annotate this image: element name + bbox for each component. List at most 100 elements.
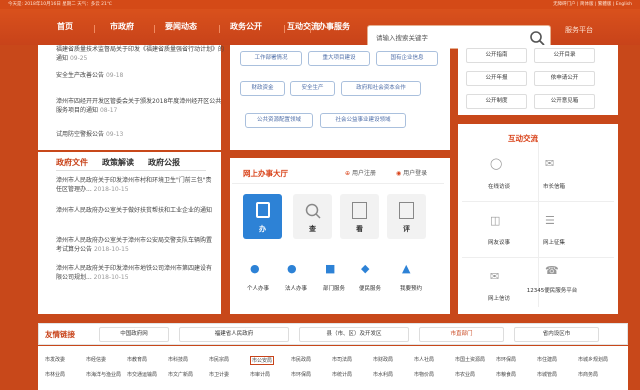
document-item[interactable]: 漳州市人民政府关于印发漳州市地铁公司漳州市第四建设有限公司规划... 2018-… xyxy=(56,264,216,282)
document-title[interactable]: 漳州市人民政府关于印发漳州市地铁公司漳州市第四建设有限公司规划... xyxy=(56,265,212,281)
appointment-link[interactable]: 我要预约 xyxy=(387,284,435,292)
gov-link[interactable]: 财政资金 xyxy=(240,81,285,96)
department-link[interactable]: 市民宗局 xyxy=(209,356,229,363)
department-link[interactable]: 市水利局 xyxy=(373,371,393,378)
document-title[interactable]: 漳州市人民政府办公室关于漳州市公安局交警支队车辆购置考试算分公告 xyxy=(56,237,212,253)
department-link[interactable]: 市物价局 xyxy=(414,371,434,378)
department-link[interactable]: 市统计局 xyxy=(332,371,352,378)
nav-divider xyxy=(310,25,311,33)
open-guide-button[interactable]: 公开指南 xyxy=(466,48,527,63)
department-link[interactable]: 市林业局 xyxy=(45,371,65,378)
online-petition-link[interactable]: 网上信访 xyxy=(475,294,523,302)
department-link[interactable]: 市城管局 xyxy=(537,371,557,378)
department-link[interactable]: 市商务局 xyxy=(578,371,598,378)
department-link[interactable]: 市城乡规划局 xyxy=(578,356,608,363)
tab-government-docs[interactable]: 政府文件 xyxy=(56,157,88,168)
department-link[interactable]: 市住建局 xyxy=(537,356,557,363)
department-link[interactable]: 市财政局 xyxy=(373,356,393,363)
document-title[interactable]: 漳州市人民政府关于印发漳州市村和环境卫生"门前三包"责任区管理办... xyxy=(56,177,212,193)
gov-link[interactable]: 政府和社会资本合作 xyxy=(341,81,421,96)
petition-icon: ✉ xyxy=(490,270,500,283)
mail-icon: ✉ xyxy=(545,157,555,170)
netizen-discussion-link[interactable]: 网友议事 xyxy=(475,238,523,246)
department-link[interactable]: 市卫计委 xyxy=(209,371,229,378)
department-link[interactable]: 市经信委 xyxy=(86,356,106,363)
news-title[interactable]: 试用防空警报公告 xyxy=(56,131,104,138)
hotline-12345-link[interactable]: 12345便民服务平台 xyxy=(522,286,582,294)
document-item[interactable]: 漳州市人民政府办公室关于漳州市公安局交警支队车辆购置考试算分公告 2018-10… xyxy=(56,236,216,254)
department-link[interactable]: 市民政局 xyxy=(291,356,311,363)
news-title[interactable]: 安全生产改善公告 xyxy=(56,72,104,79)
top-links[interactable]: 无障碍门户 | 简体版 | 繁體版 | English xyxy=(553,0,632,9)
open-policy-button[interactable]: 公开制度 xyxy=(466,94,527,109)
department-link[interactable]: 市文广新局 xyxy=(168,371,193,378)
register-label: 用户注册 xyxy=(351,170,376,177)
news-item[interactable]: 试用防空警报公告 09-13 xyxy=(56,130,224,139)
document-title[interactable]: 漳州市人民政府办公室关于做好扶贫帮扶和工业企业的通知 xyxy=(56,207,212,214)
department-link[interactable]: 市交通运输局 xyxy=(127,371,157,378)
service-evaluate-button[interactable]: 评 xyxy=(387,194,426,239)
nav-services[interactable]: 办事服务 xyxy=(318,20,350,34)
news-title[interactable]: 漳州市四经开开发区管委会关于颁发2018年度漳州经开区公共服务项目的通知 xyxy=(56,98,221,114)
register-link[interactable]: ⊕ 用户注册 xyxy=(345,168,376,177)
link-counties[interactable]: 县（市、区）及开发区 xyxy=(299,327,409,342)
gov-link[interactable]: 重大项目建设 xyxy=(308,51,370,66)
department-link[interactable]: 市教育局 xyxy=(127,356,147,363)
department-link[interactable]: 市公安局 xyxy=(250,356,275,365)
document-item[interactable]: 漳州市人民政府办公室关于做好扶贫帮扶和工业企业的通知 xyxy=(56,206,216,215)
nav-news[interactable]: 要闻动态 xyxy=(165,20,197,34)
service-query-button[interactable]: 查 xyxy=(293,194,332,239)
annual-report-button[interactable]: 公开年报 xyxy=(466,71,527,86)
link-central-gov[interactable]: 中国政府网 xyxy=(99,327,169,342)
department-link[interactable]: 市司法局 xyxy=(332,356,352,363)
gov-link[interactable]: 国有企业信息 xyxy=(376,51,438,66)
document-item[interactable]: 漳州市人民政府关于印发漳州市村和环境卫生"门前三包"责任区管理办... 2018… xyxy=(56,176,216,194)
mayor-mailbox-link[interactable]: 市长信箱 xyxy=(530,182,578,190)
document-date: 2018-10-15 xyxy=(93,246,129,253)
department-link[interactable]: 市粮食局 xyxy=(496,371,516,378)
divider xyxy=(232,183,444,184)
service-apply-button[interactable]: 办 xyxy=(243,194,282,239)
online-survey-link[interactable]: 网上征集 xyxy=(530,238,578,246)
news-item[interactable]: 福建省质量技术监督局关于印发《福建省质量强省行动计划》的通知 09-25 xyxy=(56,45,224,63)
tab-government-gazette[interactable]: 政府公报 xyxy=(148,157,180,168)
news-item[interactable]: 漳州市四经开开发区管委会关于颁发2018年度漳州经开区公共服务项目的通知 08-… xyxy=(56,97,224,115)
suggestion-box-button[interactable]: 公开意见箱 xyxy=(534,94,595,109)
service-view-button[interactable]: 看 xyxy=(340,194,379,239)
nav-open-affairs[interactable]: 政务公开 xyxy=(230,20,262,34)
online-interview-link[interactable]: 在线访谈 xyxy=(475,182,523,190)
department-link[interactable]: 市国土资源局 xyxy=(455,356,485,363)
survey-icon: ☰ xyxy=(545,214,555,227)
department-link[interactable]: 市海洋与渔业局 xyxy=(86,371,121,378)
friend-links-label: 友情链接 xyxy=(45,330,75,339)
link-other-cities[interactable]: 省内设区市 xyxy=(514,327,599,342)
edit-icon xyxy=(399,202,414,219)
department-link[interactable]: 市科技局 xyxy=(168,356,188,363)
gov-link[interactable]: 社会公益事业建设领域 xyxy=(320,113,406,128)
search-icon xyxy=(305,203,321,219)
department-link[interactable]: 市环保局 xyxy=(496,356,516,363)
department-link[interactable]: 市农业局 xyxy=(455,371,475,378)
link-province-gov[interactable]: 福建省人民政府 xyxy=(179,327,289,342)
search-placeholder: 请输入搜索关键字 xyxy=(376,34,428,42)
nav-government[interactable]: 市政府 xyxy=(110,20,134,34)
department-link[interactable]: 市人社局 xyxy=(414,356,434,363)
open-catalog-button[interactable]: 公开目录 xyxy=(534,48,595,63)
nav-home[interactable]: 首页 xyxy=(57,20,73,34)
document-date: 2018-10-15 xyxy=(93,186,129,193)
tab-policy-interpretation[interactable]: 政策解读 xyxy=(102,157,134,168)
news-item[interactable]: 安全生产改善公告 09-18 xyxy=(56,71,224,80)
apply-disclosure-button[interactable]: 依申请公开 xyxy=(534,71,595,86)
nav-interaction[interactable]: 互动交流 xyxy=(287,20,319,34)
link-city-departments[interactable]: 市直部门 xyxy=(419,327,504,342)
department-icon: ■ xyxy=(325,262,336,275)
department-link[interactable]: 市环保局 xyxy=(291,371,311,378)
service-portal-link[interactable]: 服务平台 xyxy=(565,25,593,35)
department-link[interactable]: 市审计局 xyxy=(250,371,270,378)
gov-link[interactable]: 工作部署情况 xyxy=(240,51,302,66)
department-link[interactable]: 市发改委 xyxy=(45,356,65,363)
login-link[interactable]: ◉ 用户登录 xyxy=(396,168,427,177)
top-info-bar: 今天是: 2018年10月16日 星期二 天气：多云 21℃ 无障碍门户 | 简… xyxy=(0,0,640,9)
gov-link[interactable]: 安全生产 xyxy=(290,81,335,96)
gov-link[interactable]: 公共资源配置领域 xyxy=(245,113,313,128)
